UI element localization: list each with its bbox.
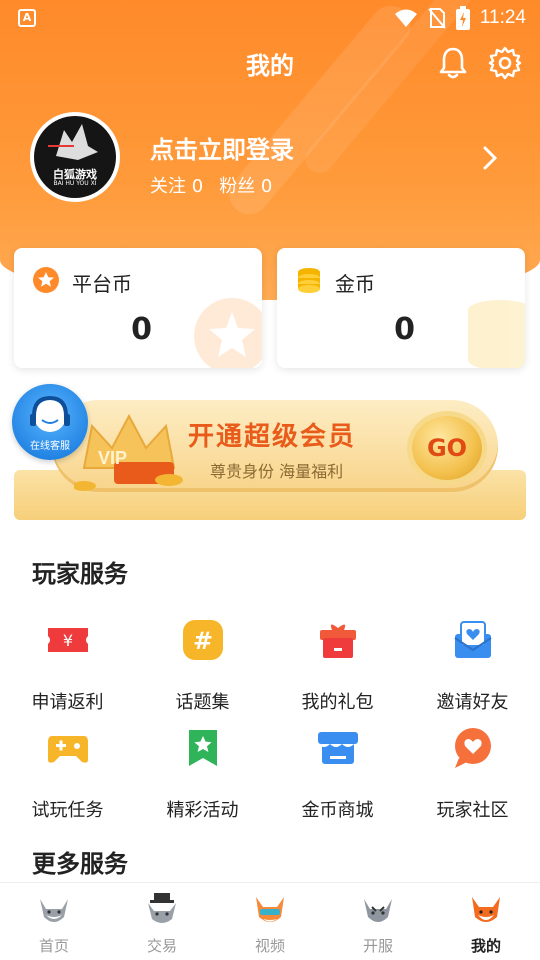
customer-service-button[interactable]: 在线客服	[12, 384, 88, 460]
clock: 11:24	[479, 7, 526, 28]
service-label: 金币商城	[301, 800, 374, 821]
platform-coin-label: 平台币	[72, 272, 132, 296]
gold-coin-value: 0	[394, 312, 415, 347]
fox-mine-icon	[472, 897, 500, 922]
service-apply-rebate[interactable]: ¥ 申请返利	[0, 616, 135, 714]
gamepad-icon	[47, 736, 88, 763]
fox-video-icon	[256, 897, 284, 922]
service-invite-friends[interactable]: 邀请好友	[405, 616, 540, 714]
hashtag-icon: #	[182, 620, 223, 660]
avatar-logo-subtext: BAI HU YOU XI	[53, 180, 97, 187]
service-label: 邀请好友	[436, 692, 509, 713]
coin-stack-watermark-icon	[468, 300, 525, 368]
gold-coin-card[interactable]: 金币 0	[277, 248, 525, 368]
battery-charging-icon	[455, 6, 470, 30]
tab-home-label: 首页	[38, 937, 69, 955]
player-services-title: 玩家服务	[22, 554, 128, 591]
gold-coin-label: 金币	[335, 272, 375, 296]
vip-crown-icon: VIP	[74, 413, 183, 491]
wolf-home-icon	[40, 899, 68, 922]
no-sim-icon	[428, 8, 446, 29]
service-label: 精彩活动	[166, 800, 239, 821]
avatar[interactable]: 白狐游戏 BAI HU YOU XI	[30, 112, 120, 202]
more-services-title: 更多服务	[22, 844, 128, 881]
svg-text:¥: ¥	[62, 631, 72, 650]
tab-server-open[interactable]: 开服	[324, 883, 432, 960]
ticket-icon: ¥	[47, 628, 88, 652]
service-events[interactable]: 精彩活动	[135, 724, 270, 822]
vip-subtitle: 尊贵身份 海量福利	[210, 462, 344, 481]
gear-icon[interactable]	[488, 46, 522, 80]
status-bar: A 11:24	[0, 0, 540, 36]
tab-video[interactable]: 视频	[216, 883, 324, 960]
tab-video-label: 视频	[254, 937, 285, 955]
following-count[interactable]: 关注 0	[150, 172, 203, 198]
tab-trade-label: 交易	[146, 937, 177, 955]
service-label: 我的礼包	[301, 692, 374, 713]
vip-go-button[interactable]: GO	[412, 416, 482, 480]
store-icon	[317, 732, 358, 764]
login-link[interactable]: 点击立即登录	[150, 130, 294, 165]
bookmark-star-icon	[188, 730, 217, 766]
tab-home[interactable]: 首页	[0, 883, 108, 960]
player-services-title-text: 玩家服务	[32, 560, 128, 588]
heart-chat-icon	[454, 728, 491, 768]
app-notification-icon: A	[18, 9, 36, 27]
tab-trade[interactable]: 交易	[108, 883, 216, 960]
tab-mine-label: 我的	[470, 937, 501, 955]
customer-service-label: 在线客服	[30, 441, 70, 452]
wolf-server-icon	[364, 899, 392, 922]
service-my-gifts[interactable]: 我的礼包	[270, 616, 405, 714]
chevron-right-icon[interactable]	[480, 144, 500, 172]
wolf-trade-icon	[148, 893, 176, 923]
vip-title: 开通超级会员	[188, 422, 357, 452]
vip-crown-text: VIP	[98, 448, 127, 468]
bottom-navigation: 首页 交易 视频 开服 我的	[0, 882, 540, 960]
service-trial-tasks[interactable]: 试玩任务	[0, 724, 135, 822]
bell-icon[interactable]	[438, 46, 468, 80]
tab-mine[interactable]: 我的	[432, 883, 540, 960]
service-community[interactable]: 玩家社区	[405, 724, 540, 822]
star-coin-watermark-icon	[194, 298, 262, 368]
service-coin-mall[interactable]: 金币商城	[270, 724, 405, 822]
coin-stack-icon	[298, 268, 320, 293]
follow-stats: 关注 0 粉丝 0	[150, 172, 272, 198]
service-label: 申请返利	[31, 692, 104, 713]
invite-icon	[453, 621, 492, 658]
service-label: 玩家社区	[436, 800, 509, 821]
fans-count[interactable]: 粉丝 0	[219, 172, 272, 198]
wifi-icon	[394, 9, 417, 27]
vip-banner[interactable]: VIP 开通超级会员 尊贵身份 海量福利 GO	[14, 398, 526, 524]
svg-text:#: #	[192, 627, 212, 655]
service-label: 话题集	[175, 692, 230, 713]
headset-icon	[30, 395, 70, 432]
service-topics[interactable]: # 话题集	[135, 616, 270, 714]
service-label: 试玩任务	[31, 800, 104, 821]
gift-icon	[319, 624, 356, 658]
star-coin-icon	[33, 267, 59, 293]
platform-coin-card[interactable]: 平台币 0	[14, 248, 262, 368]
tab-server-open-label: 开服	[362, 937, 393, 955]
fox-logo-icon: 白狐游戏 BAI HU YOU XI	[34, 116, 116, 198]
platform-coin-value: 0	[131, 312, 152, 347]
more-services-title-text: 更多服务	[32, 850, 128, 878]
